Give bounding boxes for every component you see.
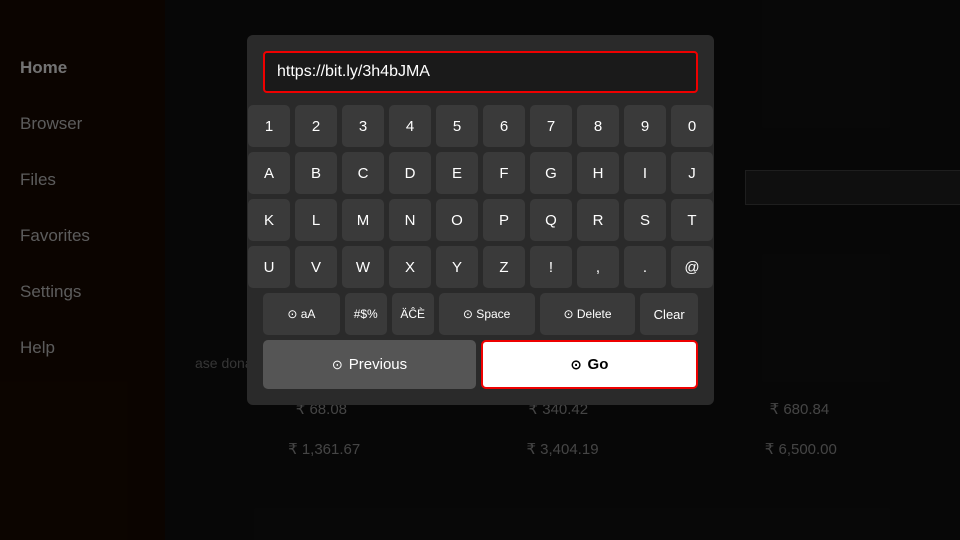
keyboard: 1 2 3 4 5 6 7 8 9 0 A B C D E F G H I J …: [263, 105, 698, 335]
key-6[interactable]: 6: [483, 105, 525, 147]
key-toggle-case[interactable]: ⊙ aA: [263, 293, 340, 335]
key-j[interactable]: J: [671, 152, 713, 194]
key-space[interactable]: ⊙ Space: [439, 293, 535, 335]
keyboard-row-uz: U V W X Y Z ! , . @: [263, 246, 698, 288]
key-e[interactable]: E: [436, 152, 478, 194]
go-icon: ⊙: [571, 357, 582, 373]
key-l[interactable]: L: [295, 199, 337, 241]
key-a[interactable]: A: [248, 152, 290, 194]
key-c[interactable]: C: [342, 152, 384, 194]
previous-button[interactable]: ⊙ Previous: [263, 340, 476, 389]
key-o[interactable]: O: [436, 199, 478, 241]
key-v[interactable]: V: [295, 246, 337, 288]
key-5[interactable]: 5: [436, 105, 478, 147]
key-period[interactable]: .: [624, 246, 666, 288]
previous-label: Previous: [349, 356, 407, 373]
bottom-buttons: ⊙ Previous ⊙ Go: [263, 340, 698, 389]
key-i[interactable]: I: [624, 152, 666, 194]
url-input-wrap[interactable]: [263, 51, 698, 93]
key-t[interactable]: T: [671, 199, 713, 241]
key-w[interactable]: W: [342, 246, 384, 288]
key-comma[interactable]: ,: [577, 246, 619, 288]
key-u[interactable]: U: [248, 246, 290, 288]
key-g[interactable]: G: [530, 152, 572, 194]
keyboard-row-kt: K L M N O P Q R S T: [263, 199, 698, 241]
key-3[interactable]: 3: [342, 105, 384, 147]
keyboard-dialog: 1 2 3 4 5 6 7 8 9 0 A B C D E F G H I J …: [247, 35, 714, 405]
key-9[interactable]: 9: [624, 105, 666, 147]
key-h[interactable]: H: [577, 152, 619, 194]
key-7[interactable]: 7: [530, 105, 572, 147]
key-at[interactable]: @: [671, 246, 713, 288]
key-x[interactable]: X: [389, 246, 431, 288]
key-n[interactable]: N: [389, 199, 431, 241]
key-f[interactable]: F: [483, 152, 525, 194]
key-b[interactable]: B: [295, 152, 337, 194]
key-accents[interactable]: ÄĈÈ: [392, 293, 434, 335]
key-exclaim[interactable]: !: [530, 246, 572, 288]
key-z[interactable]: Z: [483, 246, 525, 288]
key-y[interactable]: Y: [436, 246, 478, 288]
key-2[interactable]: 2: [295, 105, 337, 147]
go-button[interactable]: ⊙ Go: [481, 340, 698, 389]
key-p[interactable]: P: [483, 199, 525, 241]
key-delete[interactable]: ⊙ Delete: [540, 293, 636, 335]
key-m[interactable]: M: [342, 199, 384, 241]
key-1[interactable]: 1: [248, 105, 290, 147]
key-r[interactable]: R: [577, 199, 619, 241]
go-label: Go: [588, 356, 609, 373]
previous-icon: ⊙: [332, 357, 343, 373]
key-0[interactable]: 0: [671, 105, 713, 147]
key-k[interactable]: K: [248, 199, 290, 241]
keyboard-row-special: ⊙ aA #$% ÄĈÈ ⊙ Space ⊙ Delete Clear: [263, 293, 698, 335]
url-input[interactable]: [265, 53, 696, 91]
key-symbols[interactable]: #$%: [345, 293, 387, 335]
key-8[interactable]: 8: [577, 105, 619, 147]
keyboard-row-numbers: 1 2 3 4 5 6 7 8 9 0: [263, 105, 698, 147]
key-q[interactable]: Q: [530, 199, 572, 241]
key-d[interactable]: D: [389, 152, 431, 194]
keyboard-row-aj: A B C D E F G H I J: [263, 152, 698, 194]
key-4[interactable]: 4: [389, 105, 431, 147]
key-s[interactable]: S: [624, 199, 666, 241]
key-clear[interactable]: Clear: [640, 293, 698, 335]
